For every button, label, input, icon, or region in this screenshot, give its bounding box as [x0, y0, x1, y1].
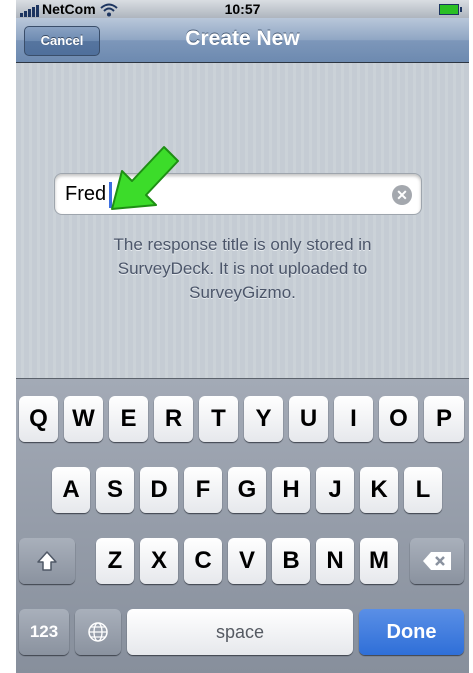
key-s[interactable]: S: [96, 467, 134, 513]
help-text: The response title is only stored in Sur…: [16, 233, 469, 305]
key-m[interactable]: M: [360, 538, 398, 584]
key-o[interactable]: O: [379, 396, 418, 442]
key-b[interactable]: B: [272, 538, 310, 584]
key-q[interactable]: Q: [19, 396, 58, 442]
green-arrow-icon: [111, 146, 179, 210]
key-d[interactable]: D: [140, 467, 178, 513]
content-area: Fred ✕ The response title is only stored…: [16, 63, 469, 378]
response-title-value: Fred: [65, 183, 107, 205]
key-r[interactable]: R: [154, 396, 193, 442]
key-w[interactable]: W: [64, 396, 103, 442]
keyboard: Q W E R T Y U I O P A S D F G H J K L Z …: [16, 378, 469, 673]
clear-text-icon[interactable]: ✕: [392, 185, 412, 205]
key-h[interactable]: H: [272, 467, 310, 513]
key-e[interactable]: E: [109, 396, 148, 442]
shift-arrow-icon: [37, 551, 57, 571]
key-t[interactable]: T: [199, 396, 238, 442]
help-line: SurveyDeck. It is not uploaded to: [117, 259, 368, 278]
status-bar: NetCom 10:57: [16, 0, 469, 18]
help-line: SurveyGizmo.: [189, 283, 296, 302]
shift-key[interactable]: [19, 538, 75, 584]
status-time: 10:57: [224, 1, 261, 17]
key-v[interactable]: V: [228, 538, 266, 584]
backspace-key[interactable]: [410, 538, 464, 584]
key-p[interactable]: P: [424, 396, 464, 442]
navigation-bar: Cancel Create New: [16, 18, 469, 63]
key-f[interactable]: F: [184, 467, 222, 513]
key-l[interactable]: L: [404, 467, 442, 513]
key-k[interactable]: K: [360, 467, 398, 513]
globe-key[interactable]: [75, 609, 121, 655]
globe-icon: [88, 622, 108, 642]
key-u[interactable]: U: [289, 396, 328, 442]
done-button[interactable]: Done: [359, 609, 464, 655]
key-g[interactable]: G: [228, 467, 266, 513]
space-key[interactable]: space: [127, 609, 353, 655]
key-a[interactable]: A: [52, 467, 90, 513]
numbers-key[interactable]: 123: [19, 609, 69, 655]
help-line: The response title is only stored in: [113, 235, 372, 254]
backspace-icon: [423, 552, 451, 570]
key-j[interactable]: J: [316, 467, 354, 513]
battery-icon: [439, 4, 462, 15]
iphone-screen: NetCom 10:57 Cancel Create New Fred ✕ Th…: [16, 0, 469, 673]
key-y[interactable]: Y: [244, 396, 283, 442]
key-z[interactable]: Z: [96, 538, 134, 584]
key-n[interactable]: N: [316, 538, 354, 584]
key-i[interactable]: I: [334, 396, 373, 442]
key-x[interactable]: X: [140, 538, 178, 584]
key-c[interactable]: C: [184, 538, 222, 584]
page-title: Create New: [185, 27, 300, 50]
